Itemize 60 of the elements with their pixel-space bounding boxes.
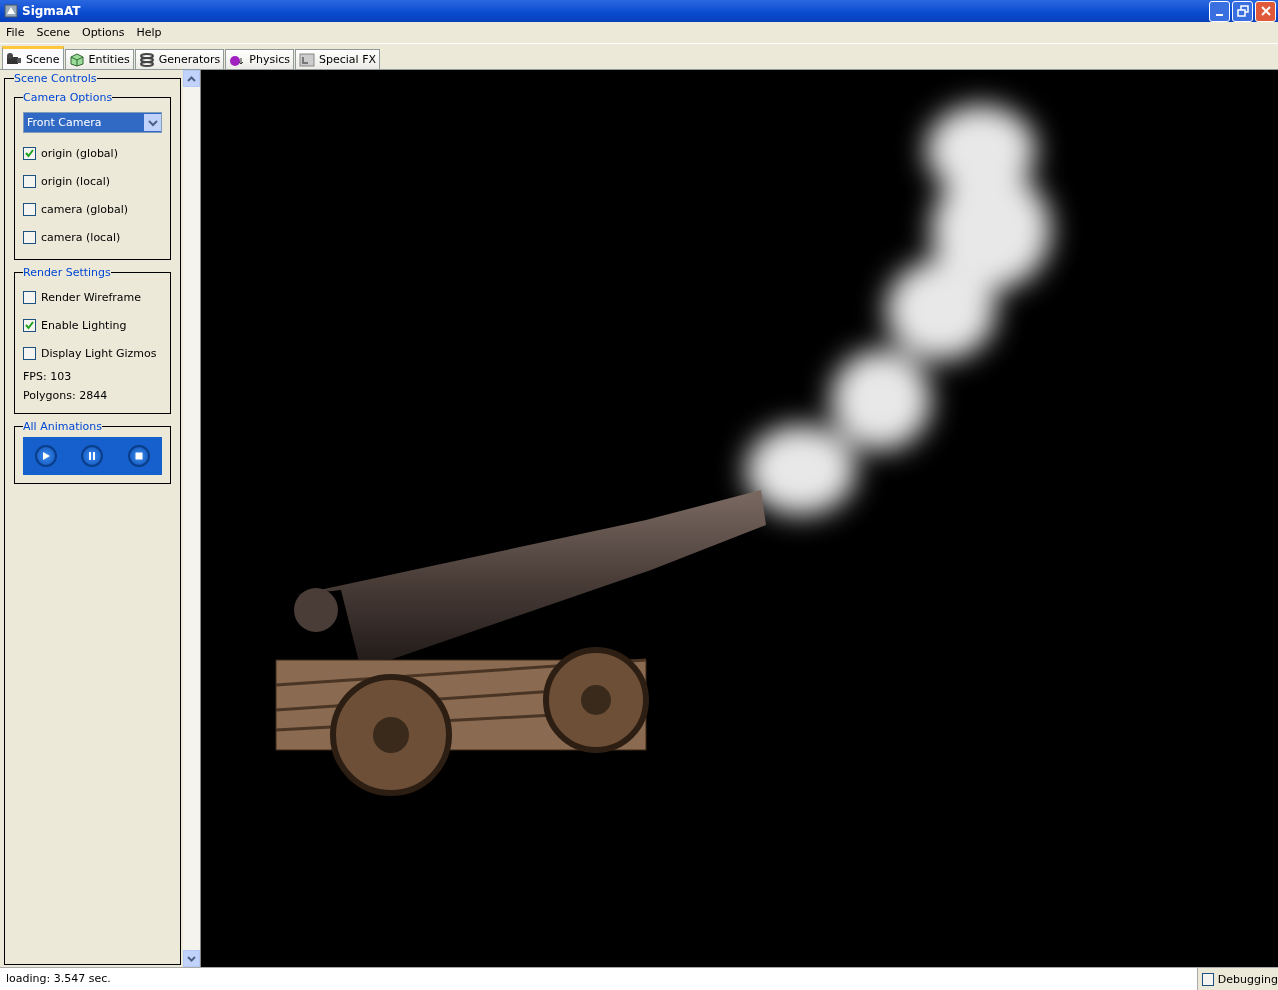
checkbox-option[interactable]: Render Wireframe [23, 283, 162, 311]
stop-icon [133, 451, 144, 461]
close-icon [1259, 5, 1272, 17]
stat-text: FPS: 103 [23, 369, 73, 385]
tab[interactable]: Entities [64, 49, 134, 69]
checkbox[interactable] [23, 174, 36, 188]
tab[interactable]: Generators [134, 49, 225, 69]
checkbox-option[interactable]: camera (local) [23, 223, 162, 251]
group-title: All Animations [23, 420, 102, 433]
menu-item[interactable]: Help [130, 26, 168, 39]
status-text: loading: 3.547 sec. [0, 968, 1198, 990]
chevron-down-icon [187, 955, 196, 962]
menu-item[interactable]: File [0, 26, 31, 39]
app-icon [4, 4, 18, 18]
play-icon [41, 451, 52, 461]
checkbox[interactable] [23, 146, 36, 160]
checkbox-option[interactable]: camera (global) [23, 195, 162, 223]
stat-text: Polygons: 2844 [23, 388, 109, 404]
stop-button[interactable] [127, 445, 150, 467]
checkbox[interactable] [23, 202, 36, 216]
restore-button[interactable] [1232, 0, 1253, 22]
tab[interactable]: Physics [225, 49, 294, 69]
chevron-up-icon [187, 75, 196, 82]
checkbox[interactable] [1202, 972, 1214, 986]
checkbox-option[interactable]: Display Light Gizmos [23, 339, 162, 367]
minimize-button[interactable] [1209, 0, 1230, 22]
render-viewport[interactable] [201, 70, 1278, 967]
tab[interactable]: Scene [2, 46, 64, 69]
pause-button[interactable] [81, 445, 104, 467]
checkbox[interactable] [23, 318, 36, 332]
checkbox[interactable] [23, 290, 36, 304]
coil-icon [138, 52, 155, 67]
checkmark-icon [25, 148, 34, 158]
scrollbar[interactable] [183, 70, 200, 967]
checkbox-option[interactable]: origin (local) [23, 167, 162, 195]
checkbox-option[interactable]: origin (global) [23, 139, 162, 167]
menu-item[interactable]: Options [75, 26, 131, 39]
fx-icon [299, 52, 315, 67]
close-button[interactable] [1255, 0, 1276, 22]
checkbox[interactable] [23, 346, 36, 360]
window-title: SigmaAT [22, 4, 82, 18]
group-title: Scene Controls [14, 72, 97, 85]
play-button[interactable] [35, 445, 58, 467]
minimize-icon [1216, 14, 1223, 16]
menu-item[interactable]: Scene [30, 26, 76, 39]
tab[interactable]: Special FX [295, 49, 380, 69]
camera-icon [6, 52, 22, 66]
chevron-down-icon [147, 118, 158, 127]
scroll-down-button[interactable] [183, 950, 200, 967]
checkbox[interactable] [23, 230, 36, 244]
checkbox-option[interactable]: Enable Lighting [23, 311, 162, 339]
debugging-checkbox-option[interactable]: Debugging [1198, 968, 1278, 990]
scroll-up-button[interactable] [183, 70, 200, 87]
cube-icon [68, 52, 85, 67]
group-title: Render Settings [23, 266, 111, 279]
restore-icon [1236, 5, 1249, 17]
camera-dropdown[interactable]: Front Camera [23, 112, 162, 133]
group-title: Camera Options [23, 91, 113, 104]
checkmark-icon [25, 320, 34, 330]
pause-icon [87, 451, 98, 461]
